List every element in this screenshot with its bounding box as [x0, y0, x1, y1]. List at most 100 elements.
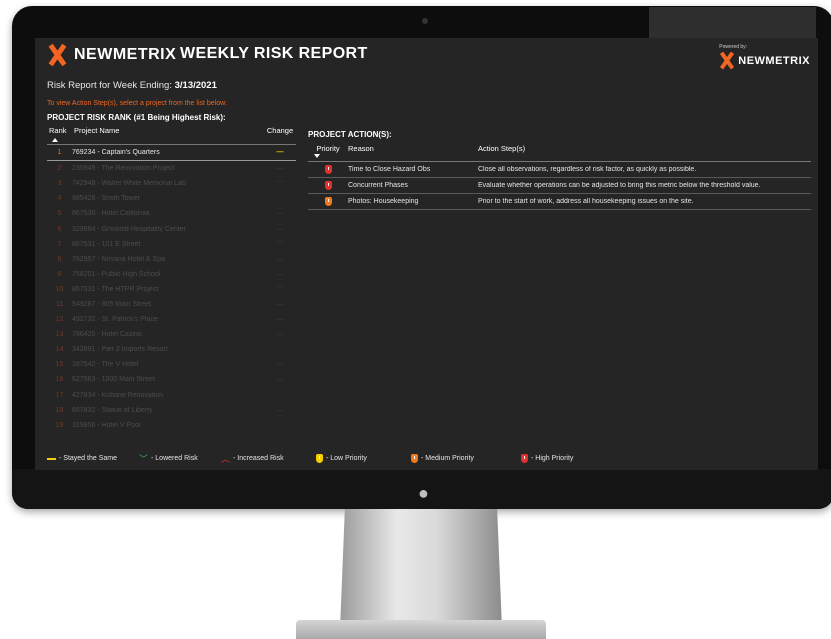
week-ending-label: Risk Report for Week Ending: [47, 80, 172, 91]
project-name: 985428 - Smith Tower [72, 195, 140, 203]
action-step-cell: Close all observations, regardless of ri… [478, 166, 697, 173]
sort-descending-icon[interactable] [314, 154, 320, 158]
project-name: 187542 - The V Hotel [72, 361, 139, 369]
high-priority-shield-icon [324, 165, 332, 174]
project-rank-row[interactable]: 9 758201 - Public High School — [47, 267, 296, 282]
change-same-icon: — [276, 406, 284, 414]
project-rank-row[interactable]: 13 786420 - Hotel Casino — [47, 327, 296, 342]
change-higher-icon: ︿ [276, 195, 284, 203]
priority-cell [308, 165, 348, 174]
project-rank-row[interactable]: 11 549287 - 805 Main Street — [47, 297, 296, 312]
low-priority-shield-icon [316, 454, 323, 463]
change-same-icon: — [276, 331, 284, 339]
priority-cell [308, 197, 348, 206]
rank-column-header[interactable]: Rank [47, 126, 74, 144]
rank-section-title: PROJECT RISK RANK (#1 Being Highest Risk… [47, 113, 226, 122]
action-row[interactable]: Time to Close Hazard Obs Close all observ… [308, 162, 811, 178]
rank-number: 4 [57, 195, 62, 203]
priority-cell [308, 181, 348, 190]
project-rank-row[interactable]: 17 427834 - Kobane Renovation ︿ [47, 388, 296, 403]
project-rank-row[interactable]: 1 769234 - Captain's Quarters — [47, 145, 296, 162]
reason-column-header[interactable]: Reason [348, 144, 478, 153]
change-same-icon: — [276, 225, 284, 233]
brand-name: NEWMETRIX [74, 46, 177, 63]
legend-medium-priority: - Medium Priority [411, 454, 521, 463]
project-rank-row[interactable]: 14 342691 - Pier 2 Imports Resort ︿ [47, 342, 296, 357]
week-ending: Risk Report for Week Ending: 3/13/2021 [47, 80, 217, 91]
change-same-icon: — [276, 149, 284, 157]
sort-ascending-icon[interactable] [52, 138, 58, 142]
brand-logo: NEWMETRIX [47, 43, 177, 67]
rank-number: 14 [55, 346, 64, 354]
project-name: 867531 - The HTPR Project [72, 285, 159, 293]
stayed-same-icon [47, 457, 56, 460]
week-ending-date: 3/13/2021 [174, 80, 217, 91]
project-name: 427834 - Kobane Renovation [72, 391, 164, 399]
powered-by-logo: NEWMETRIX [719, 51, 810, 70]
project-rank-row[interactable]: 15 187542 - The V Hotel — [47, 357, 296, 372]
change-same-icon: — [276, 165, 284, 173]
rank-number: 5 [57, 210, 62, 218]
change-lower-icon: ﹀ [276, 180, 284, 188]
reason-cell: Concurrent Phases [348, 182, 408, 189]
monitor-stand [340, 509, 502, 629]
rank-number: 9 [57, 270, 62, 278]
project-rank-row[interactable]: 8 762957 - Nirvana Hotel & Spa — [47, 252, 296, 267]
project-rank-row[interactable]: 19 319856 - Hotel V Pool ︿ [47, 418, 296, 433]
project-name: 342691 - Pier 2 Imports Resort [72, 346, 168, 354]
project-name: 549287 - 805 Main Street [72, 300, 151, 308]
reason-cell: Time to Close Hazard Obs [348, 166, 431, 173]
action-row[interactable]: Concurrent Phases Evaluate whether operat… [308, 178, 811, 194]
reason-cell: Photos: Housekeeping [348, 198, 419, 205]
priority-column-header[interactable]: Priority [308, 144, 348, 158]
change-same-icon: — [276, 361, 284, 369]
project-name: 762957 - Nirvana Hotel & Spa [72, 255, 165, 263]
project-rank-row[interactable]: 4 985428 - Smith Tower ︿ [47, 191, 296, 206]
project-rank-row[interactable]: 5 867530 - Hotel California — [47, 206, 296, 221]
project-rank-row[interactable]: 18 657832 - Statue of Liberty — [47, 403, 296, 418]
project-name: 758201 - Public High School [72, 270, 161, 278]
action-step-cell: Evaluate whether operations can be adjus… [478, 182, 761, 189]
rank-number: 2 [57, 165, 62, 173]
rank-number: 6 [57, 225, 62, 233]
project-rank-table: Rank Project Name Change 1 769234 - Capta… [47, 126, 296, 433]
project-name-column-header[interactable]: Project Name [74, 126, 264, 144]
project-rank-row[interactable]: 7 867531 - 101 E Street ﹀ [47, 237, 296, 252]
project-name: 867531 - 101 E Street [72, 240, 141, 248]
rank-number: 10 [55, 285, 64, 293]
project-rank-row[interactable]: 16 627563 - 1000 Main Street — [47, 372, 296, 387]
project-name: 742948 - Walter White Memorial Lab [72, 180, 186, 188]
project-rank-row[interactable]: 2 230945 - The Renovation Project — [47, 161, 296, 176]
project-name: 492732 - St. Patrick's Place [72, 316, 158, 324]
medium-priority-shield-icon [411, 454, 418, 463]
action-steps-column-header[interactable]: Action Step(s) [478, 144, 811, 153]
project-rank-row[interactable]: 10 867531 - The HTPR Project ﹀ [47, 282, 296, 297]
project-name: 786420 - Hotel Casino [72, 331, 142, 339]
project-name: 657832 - Statue of Liberty [72, 406, 153, 414]
legend-low-priority: - Low Priority [316, 454, 411, 463]
action-row[interactable]: Photos: Housekeeping Prior to the start o… [308, 194, 811, 210]
project-action-table: Priority Reason Action Step(s) Time to C… [308, 142, 811, 210]
action-section-title: PROJECT ACTION(S): [308, 130, 392, 139]
screen-glare [649, 7, 816, 38]
change-lower-icon: ﹀ [276, 286, 284, 294]
medium-priority-shield-icon [324, 197, 332, 206]
report-title: WEEKLY RISK REPORT [180, 45, 368, 62]
change-higher-icon: ︿ [276, 422, 284, 430]
rank-number: 12 [55, 316, 64, 324]
high-priority-shield-icon [324, 181, 332, 190]
project-name: 329864 - Griswold Hospitality Center [72, 225, 186, 233]
change-same-icon: — [276, 376, 284, 384]
newmetrix-x-icon [47, 43, 69, 67]
legend-lower: ﹀ - Lowered Risk [139, 453, 198, 464]
rank-number: 1 [57, 149, 62, 157]
rank-number: 7 [57, 240, 62, 248]
project-rank-row[interactable]: 12 492732 - St. Patrick's Place — [47, 312, 296, 327]
project-rank-row[interactable]: 6 329864 - Griswold Hospitality Center — [47, 221, 296, 236]
monitor-stand-base [296, 620, 546, 639]
camera-dot [422, 18, 428, 24]
change-column-header[interactable]: Change [264, 126, 296, 144]
project-rank-row[interactable]: 3 742948 - Walter White Memorial Lab ﹀ [47, 176, 296, 191]
change-higher-icon: ︿ [276, 392, 284, 400]
rank-number: 3 [57, 180, 62, 188]
